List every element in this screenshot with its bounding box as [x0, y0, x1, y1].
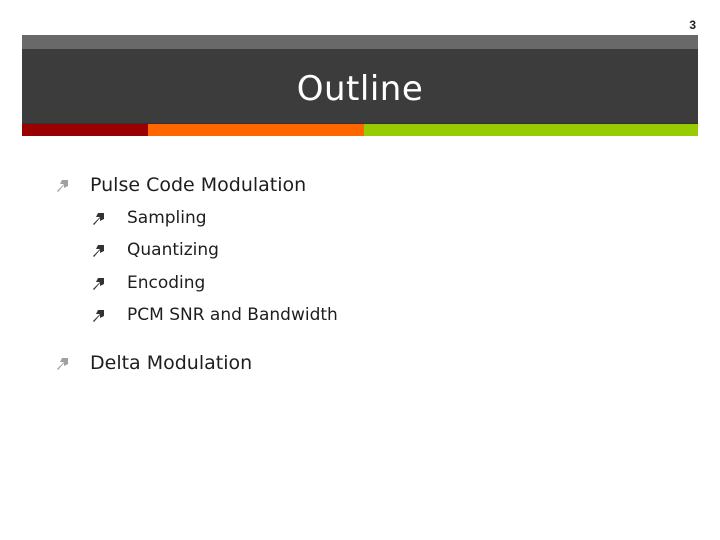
slide-body: Pulse Code Modulation Sampling Quantizin… [0, 0, 720, 540]
outline-subitem-label: Sampling [127, 208, 207, 228]
arrow-up-right-icon [57, 180, 68, 192]
outline-item-label: Delta Modulation [90, 352, 253, 374]
outline-subitem-quantizing: Quantizing [90, 240, 219, 260]
arrow-up-right-icon [93, 310, 104, 322]
outline-item-delta-modulation: Delta Modulation [54, 352, 252, 374]
outline-subitem-pcm-snr-bandwidth: PCM SNR and Bandwidth [90, 305, 338, 325]
arrow-up-right-icon [93, 213, 104, 225]
outline-subitem-label: PCM SNR and Bandwidth [127, 305, 338, 325]
arrow-up-right-icon [93, 245, 104, 257]
arrow-up-right-icon [57, 358, 68, 370]
arrow-up-right-icon [93, 278, 104, 290]
outline-subitem-label: Quantizing [127, 240, 219, 260]
outline-subitem-label: Encoding [127, 273, 206, 293]
outline-subitem-encoding: Encoding [90, 273, 205, 293]
outline-item-pulse-code-modulation: Pulse Code Modulation [54, 174, 306, 196]
outline-subitem-sampling: Sampling [90, 208, 207, 228]
outline-item-label: Pulse Code Modulation [90, 174, 307, 196]
